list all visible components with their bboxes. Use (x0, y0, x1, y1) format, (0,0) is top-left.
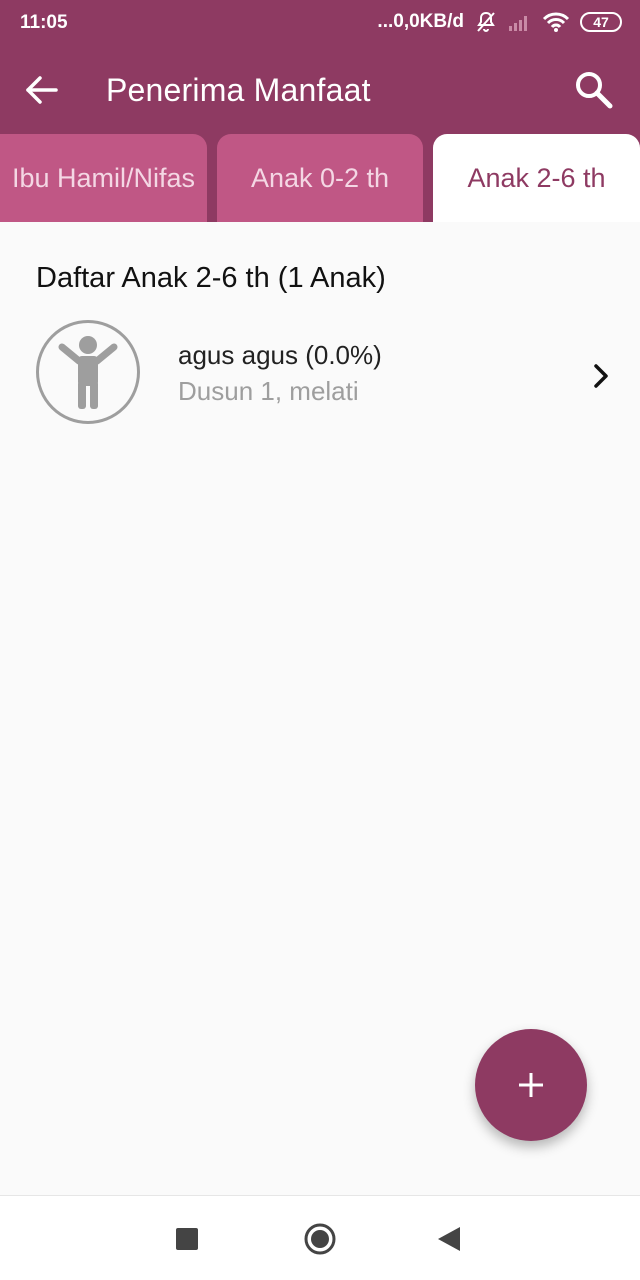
recents-button[interactable] (176, 1228, 198, 1255)
battery-icon: 47 (580, 12, 622, 32)
tab-anak-2-6[interactable]: Anak 2-6 th (433, 134, 640, 222)
tab-ibu-hamil-nifas[interactable]: Ibu Hamil/Nifas (0, 134, 207, 222)
signal-icon (508, 12, 532, 32)
item-name: agus agus (0.0%) (178, 340, 382, 370)
add-button[interactable] (475, 1029, 587, 1141)
status-right: ...0,0KB/d 47 (377, 10, 622, 34)
avatar (36, 320, 140, 424)
tab-anak-0-2[interactable]: Anak 0-2 th (217, 134, 423, 222)
list-item[interactable]: agus agus (0.0%) Dusun 1, melati (0, 316, 640, 430)
network-speed: ...0,0KB/d (377, 11, 464, 32)
chevron-right-icon (594, 364, 608, 388)
status-bar: 11:05 ...0,0KB/d 47 (0, 0, 640, 46)
navigation-bar (0, 1195, 640, 1280)
section-title: Daftar Anak 2-6 th (1 Anak) (36, 262, 386, 294)
child-icon (58, 336, 118, 409)
back-triangle-icon (438, 1227, 460, 1251)
app-bar: Penerima Manfaat (0, 46, 640, 134)
search-icon (576, 72, 613, 109)
arrow-left-icon (26, 76, 58, 104)
tab-bar: Ibu Hamil/Nifas Anak 0-2 th Anak 2-6 th (0, 134, 640, 222)
home-button[interactable] (303, 1222, 337, 1261)
status-time: 11:05 (20, 12, 68, 33)
home-circle-icon (304, 1223, 336, 1255)
mute-icon (474, 10, 498, 34)
system-back-button[interactable] (438, 1227, 460, 1256)
page-title: Penerima Manfaat (106, 72, 371, 108)
back-button[interactable] (22, 70, 62, 110)
search-button[interactable] (572, 68, 616, 112)
recents-square-icon (176, 1228, 198, 1250)
wifi-icon (542, 11, 570, 33)
item-location: Dusun 1, melati (178, 376, 359, 406)
plus-icon (519, 1073, 543, 1097)
